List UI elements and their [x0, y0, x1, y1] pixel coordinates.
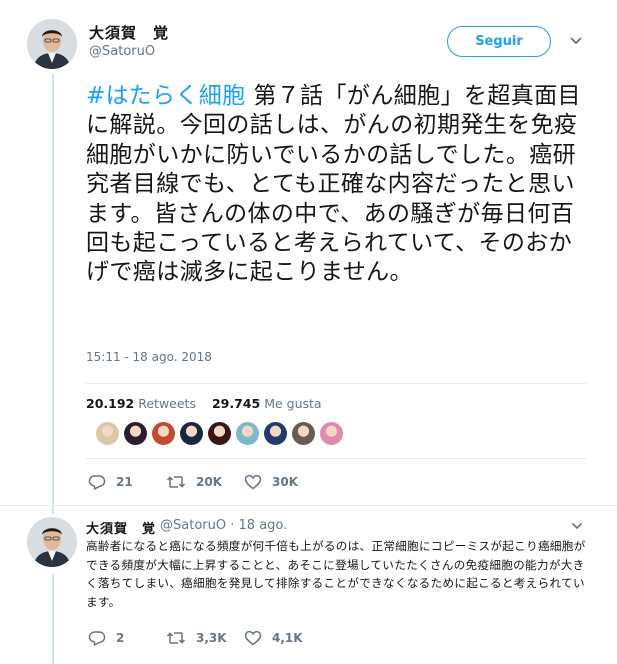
retweet-icon — [166, 632, 186, 644]
hashtag-link[interactable]: #はたらく細胞 — [86, 83, 246, 109]
liker-avatar[interactable] — [264, 422, 287, 445]
reply-avatar[interactable] — [27, 517, 77, 567]
liker-avatar[interactable] — [96, 422, 119, 445]
avatar[interactable] — [27, 19, 77, 69]
likes-label: Me gusta — [264, 396, 322, 411]
reply-text: 高齢者になると癌になる頻度が何千倍も上がるのは、正常細胞にコピーミスが起こり癌細… — [86, 539, 586, 609]
reply-button[interactable]: 21 — [88, 474, 166, 490]
liker-avatar[interactable] — [152, 422, 175, 445]
like-icon — [244, 630, 262, 646]
retweets-stat[interactable]: 20.192 Retweets — [86, 396, 196, 411]
divider — [86, 458, 586, 459]
like-count: 30K — [272, 475, 298, 489]
like-button[interactable]: 4,1K — [244, 630, 303, 646]
reply-date[interactable]: 18 ago. — [239, 518, 288, 533]
tweet-text: #はたらく細胞 第７話「がん細胞」を超真面目に解説。今回の話しは、がんの初期発生… — [86, 82, 586, 288]
reply-author-handle[interactable]: @SatoruO — [160, 518, 226, 533]
chevron-down-icon[interactable] — [569, 36, 583, 46]
reply-author-name[interactable]: 大須賀 覚 — [86, 518, 156, 537]
tweet-actions: 21 20K 30K — [88, 474, 298, 490]
like-button[interactable]: 30K — [244, 474, 298, 490]
retweet-count: 3,3K — [196, 631, 227, 645]
reply-count: 21 — [116, 475, 133, 489]
chevron-down-icon[interactable] — [571, 522, 583, 530]
liker-avatar[interactable] — [236, 422, 259, 445]
tweet-body: 第７話「がん細胞」を超真面目に解説。今回の話しは、がんの初期発生を免疫細胞がいか… — [86, 83, 581, 286]
thread-line — [52, 74, 54, 514]
retweet-button[interactable]: 20K — [166, 474, 244, 490]
reply-icon — [88, 475, 106, 490]
likers-avatars — [96, 422, 343, 445]
timestamp[interactable]: 15:11 - 18 ago. 2018 — [86, 350, 212, 364]
retweets-label: Retweets — [138, 396, 196, 411]
thread-line — [52, 574, 54, 664]
reply-meta: @SatoruO · 18 ago. — [160, 518, 287, 533]
retweet-count: 20K — [196, 475, 222, 489]
liker-avatar[interactable] — [320, 422, 343, 445]
retweet-icon — [166, 476, 186, 488]
follow-button[interactable]: Seguir — [447, 26, 551, 57]
engagement-stats: 20.192 Retweets 29.745 Me gusta — [86, 396, 334, 411]
liker-avatar[interactable] — [124, 422, 147, 445]
liker-avatar[interactable] — [208, 422, 231, 445]
author-handle[interactable]: @SatoruO — [89, 44, 155, 59]
retweets-count: 20.192 — [86, 396, 135, 411]
likes-count: 29.745 — [211, 396, 261, 411]
reply-actions: 2 3,3K 4,1K — [88, 630, 303, 646]
divider — [0, 505, 617, 506]
like-icon — [244, 474, 262, 490]
like-count: 4,1K — [272, 631, 303, 645]
divider — [86, 383, 586, 384]
liker-avatar[interactable] — [180, 422, 203, 445]
reply-dot: · — [230, 518, 235, 533]
retweet-button[interactable]: 3,3K — [166, 630, 244, 646]
likes-stat[interactable]: 29.745 Me gusta — [212, 396, 322, 411]
reply-count: 2 — [116, 631, 125, 645]
liker-avatar[interactable] — [292, 422, 315, 445]
reply-icon — [88, 631, 106, 646]
reply-button[interactable]: 2 — [88, 630, 166, 646]
author-name[interactable]: 大須賀 覚 — [89, 22, 169, 43]
